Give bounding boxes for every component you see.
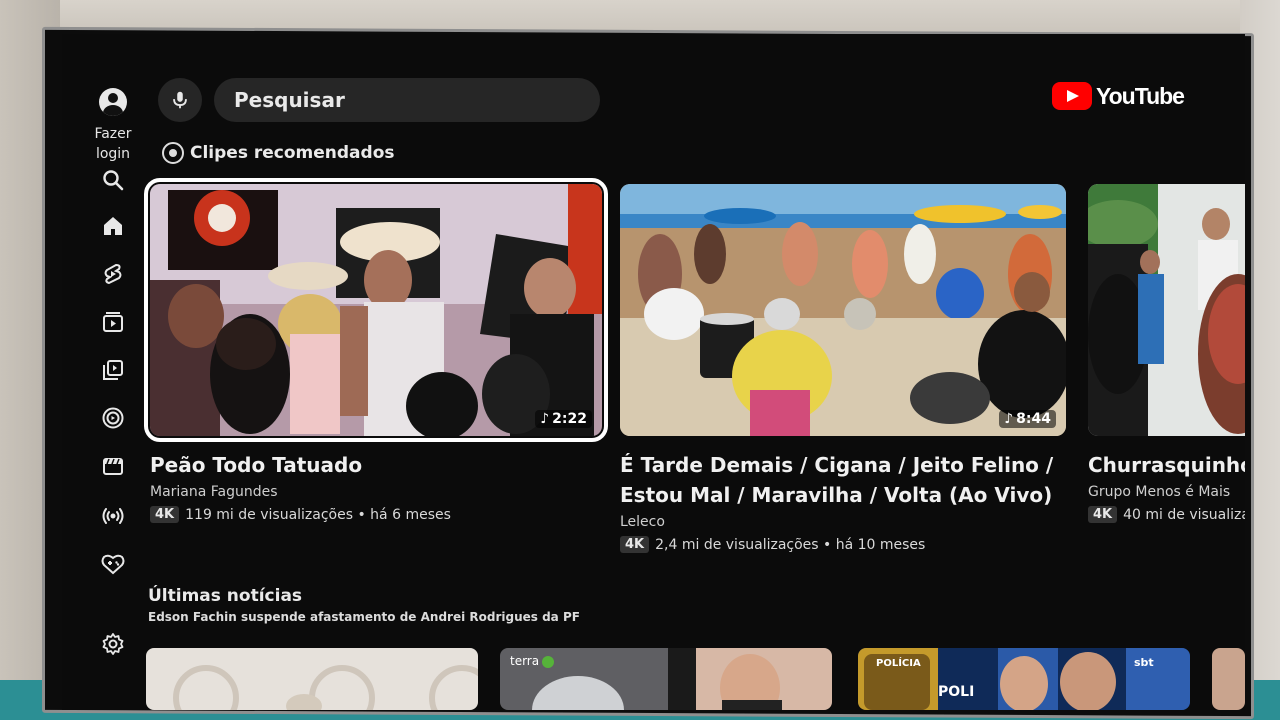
account-button[interactable] [82,88,144,116]
subscriptions-icon [103,312,123,332]
microphone-icon [173,91,187,109]
news-thumbnail[interactable] [146,648,478,710]
news-thumbnail[interactable]: terra [500,648,832,710]
video-title: Churrasquinho e Frenesi/Deixa A [1088,453,1245,477]
youtube-play-icon [1052,82,1092,110]
youtube-logo-text: YouTube [1096,82,1185,109]
video-duration-text: 8:44 [1016,411,1051,427]
sidebar-item-music[interactable] [82,406,144,430]
movies-icon [103,458,123,475]
news-section-subtitle: Edson Fachin suspende afastamento de And… [148,610,580,624]
news-police-label-2: POLI [938,684,975,700]
news-thumbnail-image [146,648,478,710]
video-card[interactable]: ♪ 2:22 Peão Todo Tatuado Mariana Fagunde… [144,178,608,523]
avatar-icon [99,88,127,116]
quality-badge: 4K [620,536,650,553]
tv-screen: Fazer login Pesquisar YouTube Clipes rec… [62,34,1245,710]
quality-badge: 4K [150,506,180,523]
section-title: Clipes recomendados [190,143,395,163]
sidebar-item-live[interactable] [82,504,144,528]
sidebar-item-library[interactable] [82,358,144,382]
sidebar-item-subscriptions[interactable] [82,310,144,334]
news-thumbnail[interactable]: POLÍCIA POLI sbt [858,648,1190,710]
news-section-title: Últimas notícias [148,586,303,606]
video-meta: 4K 2,4 mi de visualizações • há 10 meses [620,536,1066,553]
library-icon [103,360,123,380]
video-channel: Grupo Menos é Mais [1088,484,1231,500]
sidebar-item-settings[interactable] [82,632,144,656]
news-police-label: POLÍCIA [876,658,921,669]
video-thumbnail[interactable]: ♪ 2:22 [144,178,608,442]
home-icon [104,217,122,235]
video-card[interactable]: ♪ 8:44 É Tarde Demais / Cigana / Jeito F… [620,184,1066,553]
section-header: Clipes recomendados [162,142,395,164]
video-stats: 40 mi de visualizaç [1123,506,1245,523]
sidebar-item-home[interactable] [82,214,144,238]
search-input[interactable]: Pesquisar [214,78,600,122]
music-icon [102,407,124,429]
video-meta: 4K 40 mi de visualizaç [1088,506,1245,523]
video-title: Peão Todo Tatuado [150,453,363,477]
sidebar-item-gaming[interactable] [82,552,144,576]
video-stats: 119 mi de visualizações • há 6 meses [185,506,451,523]
search-icon [103,170,124,191]
news-source-label: sbt [1134,656,1154,669]
video-title: É Tarde Demais / Cigana / Jeito Felino /… [620,453,1054,507]
sidebar-item-movies[interactable] [82,454,144,478]
sidebar: Fazer login [82,84,144,704]
news-thumbnail-image [500,648,832,710]
video-card[interactable]: Churrasquinho e Frenesi/Deixa A Grupo Me… [1088,184,1245,523]
quality-badge: 4K [1088,506,1118,523]
news-thumbnail[interactable] [1212,648,1245,710]
video-thumbnail-image [1088,184,1245,436]
voice-search-button[interactable] [158,78,202,122]
video-duration-text: 2:22 [552,411,587,427]
live-icon [102,508,124,524]
youtube-logo: YouTube [1052,82,1185,110]
music-note-icon: ♪ [540,411,550,427]
shorts-icon [104,263,122,285]
video-channel: Mariana Fagundes [150,484,278,500]
video-duration: ♪ 8:44 [999,410,1056,428]
sidebar-item-search[interactable] [82,168,144,192]
video-thumbnail[interactable] [1088,184,1245,436]
video-thumbnail-image [620,184,1066,436]
news-thumbnail-image [1212,648,1245,710]
video-thumbnail-image [150,184,602,436]
login-label[interactable]: Fazer login [82,124,144,164]
gaming-icon [101,554,125,575]
sidebar-item-shorts[interactable] [82,262,144,286]
video-duration: ♪ 2:22 [535,410,592,428]
video-stats: 2,4 mi de visualizações • há 10 meses [655,536,926,553]
music-note-icon: ♪ [1004,411,1014,427]
video-meta: 4K 119 mi de visualizações • há 6 meses [150,506,602,523]
video-thumbnail[interactable]: ♪ 8:44 [620,184,1066,436]
video-channel: Leleco [620,514,665,530]
settings-icon [102,633,124,655]
clips-icon [162,142,184,164]
news-source-label: terra [510,654,540,668]
